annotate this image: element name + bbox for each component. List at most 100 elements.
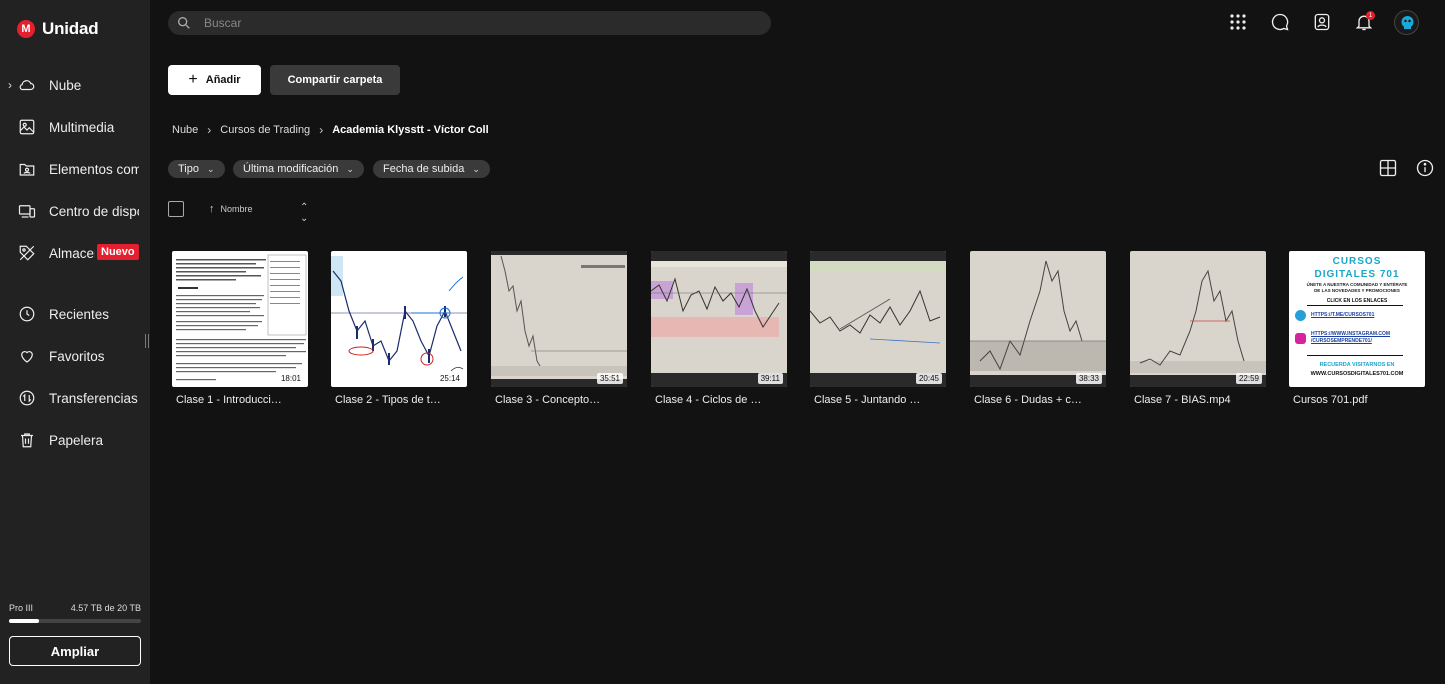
storage-progress-fill bbox=[9, 619, 40, 623]
upgrade-button[interactable]: Ampliar bbox=[9, 636, 141, 666]
file-card[interactable]: 22:59 Clase 7 - BIAS.mp4 bbox=[1130, 251, 1266, 406]
info-icon[interactable] bbox=[1415, 158, 1435, 178]
search-bar[interactable] bbox=[168, 11, 771, 35]
logo-mark: M bbox=[17, 20, 35, 38]
promo-text: DE LAS NOVEDADES Y PROMOCIONES bbox=[1314, 288, 1400, 293]
sidebar-resize-handle[interactable] bbox=[145, 334, 149, 348]
file-name: Clase 6 - Dudas + conceptos.mp4 bbox=[974, 394, 1082, 406]
promo-tagline: ÚNETE A NUESTRA COMUNIDAD Y ENTÉRATE DE … bbox=[1291, 282, 1423, 294]
promo-title: CURSOS DIGITALES 701 bbox=[1289, 255, 1425, 281]
breadcrumb-item[interactable]: Nube bbox=[172, 124, 198, 136]
tag-icon bbox=[19, 245, 35, 261]
plus-icon: + bbox=[188, 71, 198, 88]
chevron-down-icon: ⌄ bbox=[346, 163, 354, 174]
sidebar-item-label: Favoritos bbox=[49, 348, 105, 364]
avatar[interactable] bbox=[1394, 10, 1419, 35]
file-name: Clase 3 - Conceptos.mp4 bbox=[495, 394, 603, 406]
heart-icon bbox=[21, 351, 33, 363]
promo-link-line: /CURSOSEMPRENDE701/ bbox=[1311, 338, 1372, 344]
chevron-right-icon: › bbox=[207, 123, 212, 137]
video-duration: 20:45 bbox=[915, 373, 942, 384]
promo-title-line: CURSOS bbox=[1332, 256, 1382, 267]
sidebar-item-label: Papelera bbox=[49, 432, 104, 448]
promo-divider bbox=[1307, 305, 1403, 306]
chevron-down-icon: ⌄ bbox=[472, 163, 480, 174]
sidebar-item-recent[interactable]: Recientes bbox=[0, 296, 150, 332]
app-logo[interactable]: M Unidad bbox=[17, 19, 99, 39]
file-card[interactable]: 18:01 Clase 1 - Introducción.mp4 bbox=[172, 251, 308, 406]
chevron-right-icon: › bbox=[319, 123, 324, 137]
filter-label: Última modificación bbox=[243, 163, 339, 175]
sort-order-icon[interactable]: ⌃ ⌄ bbox=[300, 202, 308, 224]
avatar-image bbox=[1401, 16, 1414, 29]
chevron-right-icon[interactable]: › bbox=[8, 78, 12, 92]
apps-grid-icon[interactable] bbox=[1228, 12, 1248, 32]
storage-progress-bar bbox=[9, 619, 141, 623]
breadcrumb-current: Academia Klysstt - Víctor Coll bbox=[332, 124, 489, 136]
promo-website: WWW.CURSOSDIGITALES701.COM bbox=[1310, 371, 1404, 377]
breadcrumb: Nube › Cursos de Trading › Academia Klys… bbox=[172, 123, 489, 137]
file-card[interactable]: 39:11 Clase 4 - Ciclos de mercado.mp4 bbox=[651, 251, 787, 406]
chat-icon[interactable] bbox=[1270, 12, 1290, 32]
sidebar-item-label: Multimedia bbox=[49, 119, 115, 135]
sort-label: Nombre bbox=[220, 204, 253, 214]
image-icon bbox=[19, 119, 35, 135]
file-card[interactable]: 20:45 Clase 5 - Juntando conceptos.mp4 bbox=[810, 251, 946, 406]
add-button[interactable]: + Añadir bbox=[168, 65, 261, 95]
storage-used: 4.57 TB de 20 TB bbox=[70, 603, 141, 613]
file-thumbnail: CURSOS DIGITALES 701 ÚNETE A NUESTRA COM… bbox=[1289, 251, 1425, 387]
file-thumbnail: 18:01 bbox=[172, 251, 308, 387]
sidebar-item-trash[interactable]: Papelera bbox=[0, 422, 150, 458]
sidebar-item-storage[interactable]: Almacenamiento Nuevo bbox=[0, 235, 150, 271]
promo-link[interactable]: HTTPS://T.ME/CURSOS701 bbox=[1311, 312, 1374, 318]
file-name: Clase 2 - Tipos de trading.mp4 bbox=[335, 394, 443, 406]
file-card[interactable]: 38:33 Clase 6 - Dudas + conceptos.mp4 bbox=[970, 251, 1106, 406]
filter-label: Fecha de subida bbox=[383, 163, 465, 175]
sidebar-item-nube[interactable]: › Nube bbox=[0, 67, 150, 103]
sidebar-item-shared[interactable]: Elementos compartidos bbox=[0, 151, 150, 187]
clock-icon bbox=[19, 306, 35, 322]
filter-last-modified[interactable]: Última modificación ⌄ bbox=[233, 160, 364, 178]
file-card[interactable]: 35:51 Clase 3 - Conceptos.mp4 bbox=[491, 251, 627, 406]
shared-folder-icon bbox=[19, 163, 35, 176]
sidebar-item-label: Transferencias bbox=[49, 390, 138, 406]
filter-label: Tipo bbox=[178, 163, 199, 175]
file-card[interactable]: CURSOS DIGITALES 701 ÚNETE A NUESTRA COM… bbox=[1289, 251, 1425, 406]
promo-cta: CLICK EN LOS ENLACES bbox=[1326, 298, 1388, 304]
video-duration: 35:51 bbox=[596, 373, 623, 384]
sidebar-item-multimedia[interactable]: Multimedia bbox=[0, 109, 150, 145]
file-thumbnail: 39:11 bbox=[651, 251, 787, 387]
sidebar-item-transfers[interactable]: Transferencias bbox=[0, 380, 150, 416]
filter-upload-date[interactable]: Fecha de subida ⌄ bbox=[373, 160, 490, 178]
promo-link-line: HTTPS://WWW.INSTAGRAM.COM bbox=[1311, 331, 1391, 337]
file-thumbnail: 20:45 bbox=[810, 251, 946, 387]
arrow-up-icon: ↑ bbox=[209, 203, 215, 215]
file-card[interactable]: 25:14 Clase 2 - Tipos de trading.mp4 bbox=[331, 251, 467, 406]
video-duration: 25:14 bbox=[436, 373, 463, 384]
video-duration: 22:59 bbox=[1235, 373, 1262, 384]
sidebar-item-label: Centro de dispositivos bbox=[49, 203, 139, 219]
sidebar-item-devices[interactable]: Centro de dispositivos bbox=[0, 193, 150, 229]
logo-text: Unidad bbox=[42, 19, 99, 38]
breadcrumb-item[interactable]: Cursos de Trading bbox=[220, 124, 310, 136]
filter-type[interactable]: Tipo ⌄ bbox=[168, 160, 225, 178]
promo-link[interactable]: HTTPS://WWW.INSTAGRAM.COM /CURSOSEMPREND… bbox=[1311, 331, 1390, 345]
add-button-label: Añadir bbox=[205, 74, 241, 86]
file-thumbnail: 25:14 bbox=[331, 251, 467, 387]
storage-plan: Pro III bbox=[9, 603, 34, 613]
search-input[interactable] bbox=[204, 14, 744, 32]
file-thumbnail: 38:33 bbox=[970, 251, 1106, 387]
sort-by-name[interactable]: ↑ Nombre bbox=[209, 203, 253, 215]
contacts-icon[interactable] bbox=[1312, 12, 1332, 32]
sidebar-item-favorites[interactable]: Favoritos bbox=[0, 338, 150, 374]
promo-divider bbox=[1307, 355, 1403, 356]
file-thumbnail: 35:51 bbox=[491, 251, 627, 387]
new-badge: Nuevo bbox=[97, 244, 139, 260]
grid-view-icon[interactable] bbox=[1378, 158, 1398, 178]
share-folder-button[interactable]: Compartir carpeta bbox=[270, 65, 400, 95]
promo-title-line: DIGITALES 701 bbox=[1314, 269, 1400, 280]
instagram-icon bbox=[1295, 333, 1306, 344]
telegram-icon bbox=[1295, 310, 1306, 321]
sidebar-item-label: Elementos compartidos bbox=[49, 161, 139, 177]
select-all-checkbox[interactable] bbox=[168, 201, 184, 217]
